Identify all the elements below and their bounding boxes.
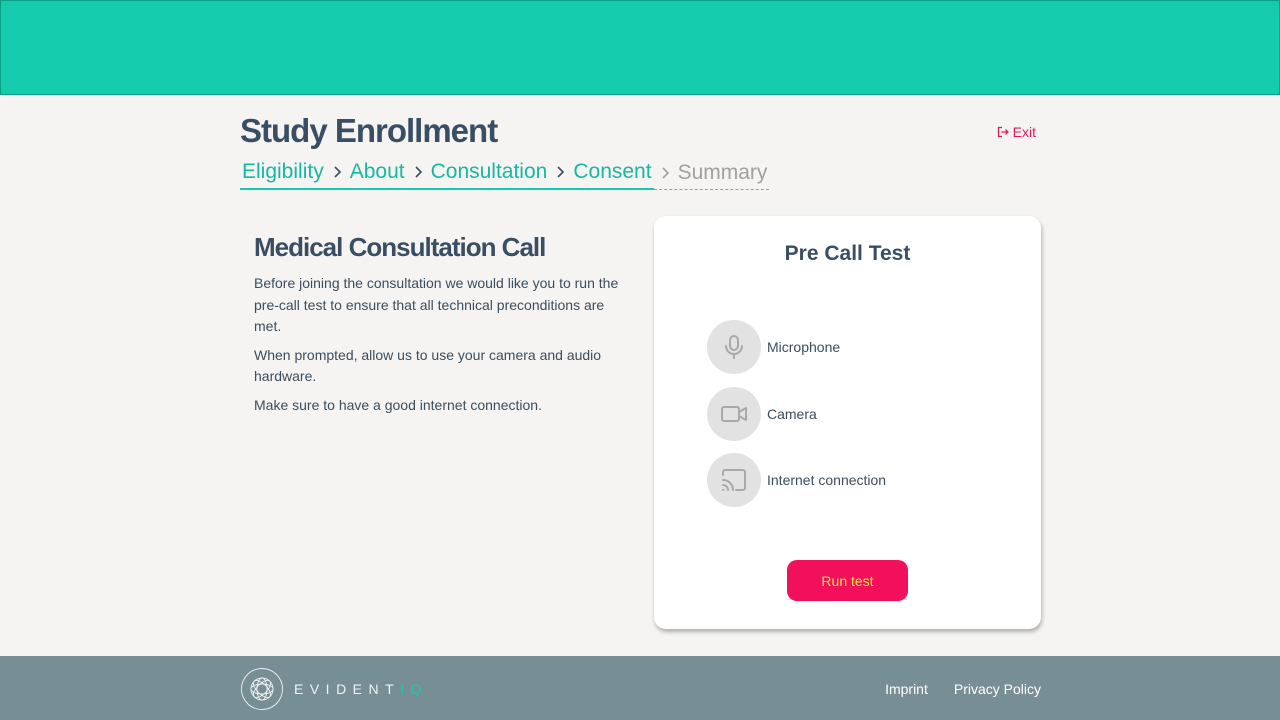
chevron-right-icon (557, 166, 565, 178)
check-label: Microphone (767, 339, 841, 355)
check-item-camera: Camera (707, 387, 817, 441)
info-paragraph-3: Make sure to have a good internet connec… (254, 396, 542, 413)
camera-icon (721, 406, 747, 422)
brand-name: EVIDENTIQ (294, 681, 428, 697)
chevron-right-icon (661, 166, 669, 179)
breadcrumb-item-summary: Summary (677, 160, 768, 184)
breadcrumb-item-eligibility[interactable]: Eligibility (240, 160, 326, 184)
exit-icon (997, 126, 1009, 138)
info-paragraph-2: When prompted, allow us to use your came… (254, 346, 602, 385)
breadcrumb: Eligibility About Consultation Consent S… (240, 160, 770, 190)
top-banner (0, 0, 1280, 95)
footer-links: Imprint Privacy Policy (885, 681, 1041, 697)
breadcrumb-completed: Eligibility About Consultation Consent (240, 160, 654, 190)
chevron-right-icon (415, 166, 422, 178)
logo-icon (241, 668, 283, 710)
imprint-link[interactable]: Imprint (885, 681, 928, 697)
breadcrumb-pending: Summary (653, 160, 770, 190)
run-test-button[interactable]: Run test (787, 560, 908, 601)
check-label: Internet connection (767, 472, 887, 488)
check-label: Camera (767, 406, 817, 422)
card-title: Pre Call Test (784, 242, 911, 265)
exit-label: Exit (1012, 124, 1036, 140)
cast-icon (722, 469, 746, 491)
breadcrumb-item-consent[interactable]: Consent (571, 160, 653, 184)
breadcrumb-item-consultation[interactable]: Consultation (429, 160, 550, 184)
check-item-microphone: Microphone (707, 320, 840, 374)
page-header: Study Enrollment Exit Eligibility About … (240, 108, 1040, 198)
footer: EVIDENTIQ Imprint Privacy Policy (0, 656, 1280, 720)
check-status-circle (707, 387, 761, 441)
privacy-policy-link[interactable]: Privacy Policy (954, 681, 1041, 697)
page-title: Study Enrollment (240, 112, 498, 149)
check-status-circle (707, 453, 761, 507)
section-title: Medical Consultation Call (254, 232, 546, 262)
evidentiq-logo: EVIDENTIQ (240, 667, 428, 711)
breadcrumb-item-about[interactable]: About (348, 160, 407, 184)
pre-call-test-card: Pre Call Test Microphone Camera Internet… (654, 216, 1041, 629)
check-item-internet: Internet connection (707, 453, 886, 507)
chevron-right-icon (334, 166, 341, 178)
microphone-icon (725, 335, 743, 359)
exit-link[interactable]: Exit (997, 124, 1036, 140)
info-paragraph-1: Before joining the consultation we would… (254, 275, 619, 334)
consultation-info: Medical Consultation Call Before joining… (254, 232, 624, 423)
check-status-circle (707, 320, 761, 374)
